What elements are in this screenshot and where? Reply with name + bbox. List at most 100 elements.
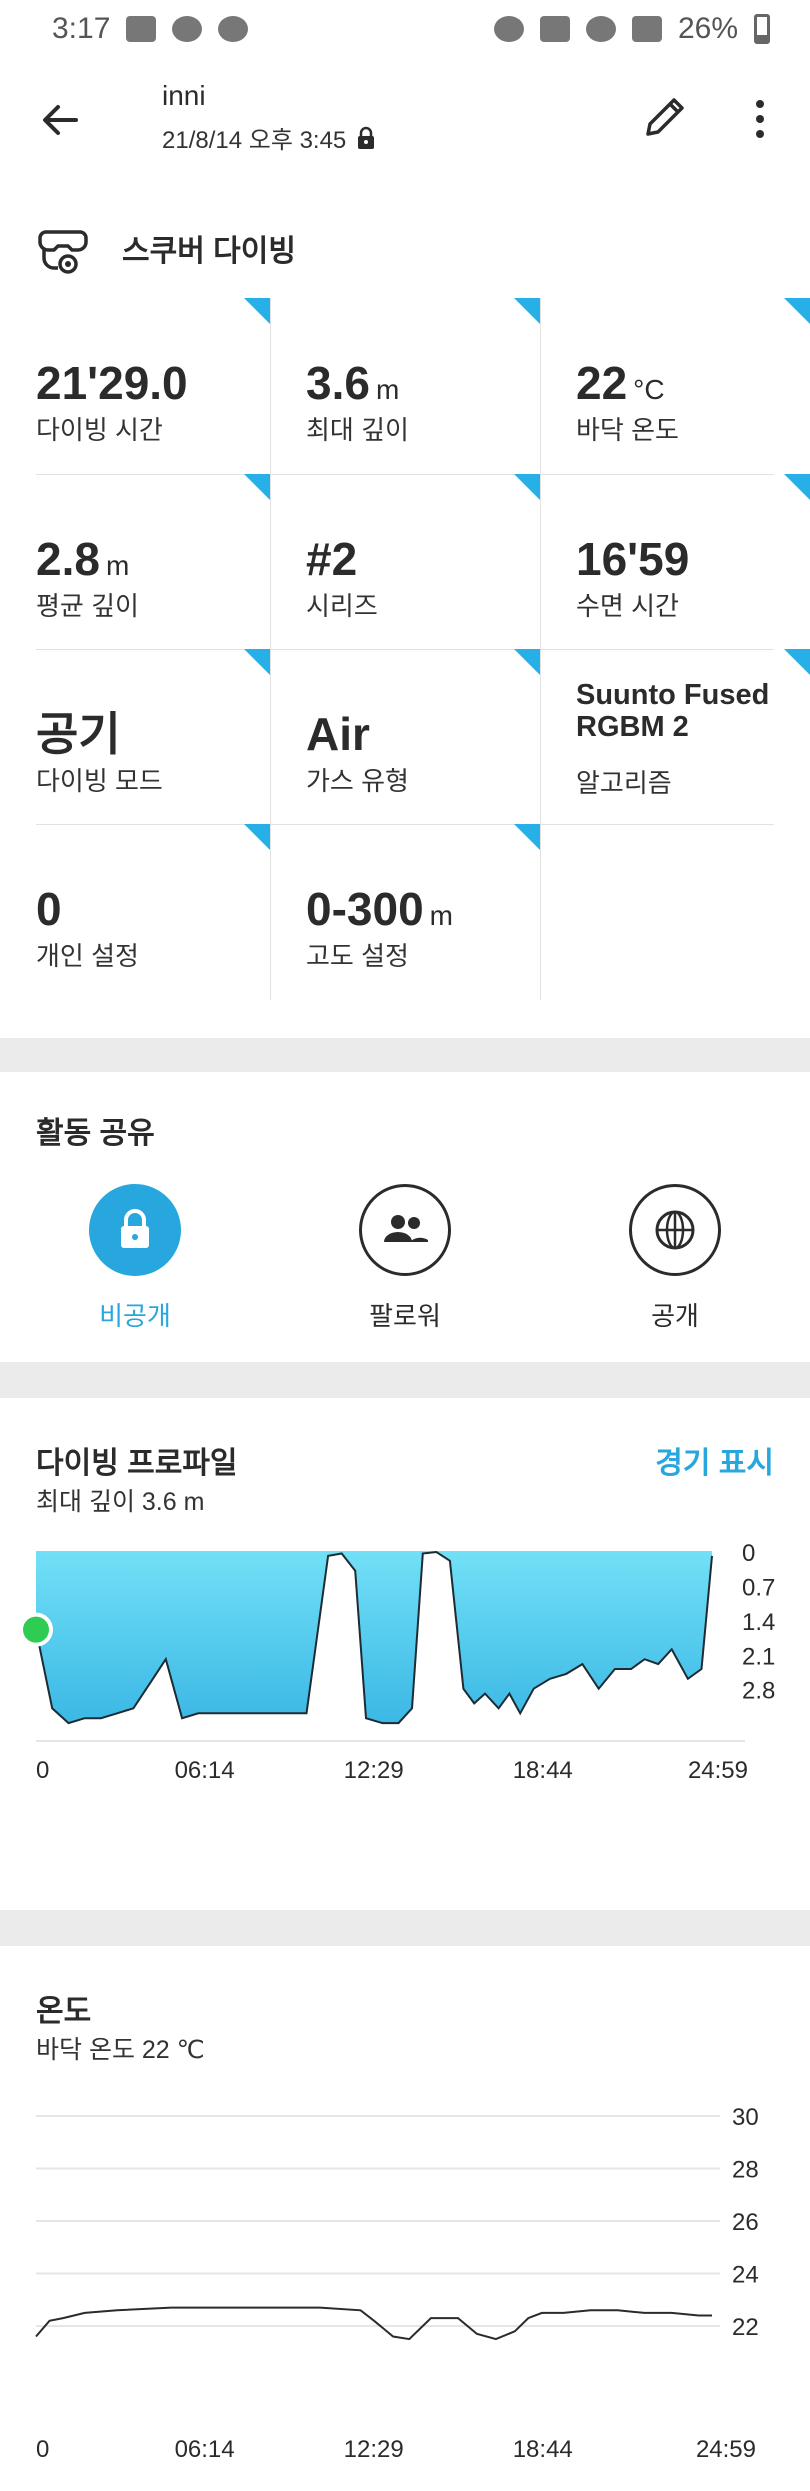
stat-label: 수면 시간: [576, 591, 679, 621]
stat-value: 0: [36, 883, 62, 935]
current-position-marker[interactable]: [19, 1612, 53, 1647]
status-right: 26%: [493, 12, 770, 46]
share-public-button[interactable]: [629, 1184, 721, 1276]
mute-icon: [539, 16, 570, 42]
stat-label: 개인 설정: [36, 941, 139, 971]
y-tick-label: 26: [732, 2209, 759, 2236]
stat-cell-personal-setting[interactable]: 0 개인 설정: [36, 824, 270, 1000]
stat-cell-series[interactable]: #2 시리즈: [306, 474, 540, 650]
y-tick-label: 0: [742, 1540, 755, 1567]
depth-area: [36, 1551, 712, 1724]
stat-cell-bottom-temp[interactable]: 22 °C 바닥 온도: [576, 298, 810, 474]
x-tick-label: 12:29: [344, 1757, 404, 1784]
stat-label: 가스 유형: [306, 766, 409, 796]
dive-profile-chart[interactable]: 0 0.7 1.4 2.1 2.8 0 06:14 12:29 18:44 24:59: [0, 1398, 810, 1910]
battery-icon: [754, 14, 770, 44]
followers-icon: [384, 1215, 428, 1242]
stat-cell-surface-time[interactable]: 16'59 수면 시간: [576, 474, 810, 650]
globe-icon: [655, 1210, 695, 1250]
stat-cell-gas-type[interactable]: Air 가스 유형: [306, 649, 540, 825]
corner-marker: [244, 649, 270, 675]
y-tick-label: 28: [732, 2157, 759, 2184]
stat-cell-dive-time[interactable]: 21'29.0 다이빙 시간: [36, 298, 270, 474]
stat-cell-avg-depth[interactable]: 2.8 m 평균 깊이: [36, 474, 270, 650]
corner-marker: [244, 298, 270, 324]
stat-value: 공기: [36, 708, 121, 760]
corner-marker: [784, 298, 810, 324]
y-tick-label: 30: [732, 2104, 759, 2131]
corner-marker: [514, 474, 540, 500]
x-tick-label: 06:14: [175, 2436, 235, 2463]
share-option-label: 공개: [651, 1301, 699, 1331]
y-tick-label: 2.1: [742, 1643, 775, 1670]
status-left: 3:17: [52, 12, 249, 46]
x-tick-label: 18:44: [513, 2436, 573, 2463]
share-option-followers[interactable]: 팔로워: [305, 1184, 505, 1333]
stat-value: #2: [306, 533, 358, 585]
status-bar: 3:17 26%: [0, 0, 810, 58]
y-tick-label: 2.8: [742, 1678, 775, 1705]
stat-value: 3.6 m: [306, 357, 400, 409]
corner-marker: [514, 824, 540, 850]
app-bar: inni 21/8/14 오후 3:45: [0, 58, 810, 180]
edit-pencil-icon[interactable]: [640, 90, 692, 142]
x-tick-label: 24:59: [696, 2436, 756, 2463]
share-private-button[interactable]: [89, 1184, 181, 1276]
battery-percent: 26%: [677, 12, 738, 45]
stat-value: 21'29.0: [36, 357, 188, 409]
activity-datetime: 21/8/14 오후 3:45: [162, 127, 347, 154]
x-tick-label: 06:14: [175, 1757, 235, 1784]
x-tick-label: 0: [36, 1757, 49, 1784]
stat-label: 시리즈: [306, 591, 378, 621]
page-title: inni: [162, 80, 206, 111]
back-arrow-icon[interactable]: [36, 96, 84, 144]
stat-cell-altitude-setting[interactable]: 0-300 m 고도 설정: [306, 824, 540, 1000]
corner-marker: [244, 824, 270, 850]
stat-cell-algorithm[interactable]: Suunto Fused RGBM 2 알고리즘: [576, 649, 810, 825]
share-option-private[interactable]: 비공개: [35, 1184, 235, 1333]
x-tick-label: 18:44: [513, 1757, 573, 1784]
stat-value: 2.8 m: [36, 533, 130, 585]
dive-profile-card: 다이빙 프로파일 최대 깊이 3.6 m 경기 표시 0 0.7 1.4 2.1 2.8…: [0, 1398, 810, 1910]
corner-marker: [514, 649, 540, 675]
share-option-label: 팔로워: [369, 1301, 441, 1331]
corner-marker: [784, 474, 810, 500]
stat-cell-max-depth[interactable]: 3.6 m 최대 깊이: [306, 298, 540, 474]
wifi-icon: [585, 16, 616, 42]
temperature-line: [35, 2306, 712, 2341]
x-tick-label: 12:29: [344, 2436, 404, 2463]
more-options-icon[interactable]: [740, 94, 780, 144]
sport-name: 스쿠버 다이빙: [122, 235, 296, 268]
share-followers-button[interactable]: [359, 1184, 451, 1276]
corner-marker: [784, 649, 810, 675]
stat-label: 다이빙 모드: [36, 766, 163, 796]
y-tick-label: 22: [732, 2314, 759, 2341]
stat-label: 다이빙 시간: [36, 415, 163, 445]
x-tick-label: 24:59: [688, 1757, 748, 1784]
signal-icon: [631, 16, 662, 42]
temperature-card: 온도 바닥 온도 22 ℃ 30 28 26 24 22 0 06:14 12:29 18:44…: [0, 1946, 810, 2491]
x-tick-label: 0: [36, 2436, 49, 2463]
alarm-icon: [493, 16, 524, 42]
y-tick-label: 1.4: [742, 1609, 775, 1636]
stat-cell-dive-mode[interactable]: 공기 다이빙 모드: [36, 649, 270, 825]
stat-label: 고도 설정: [306, 941, 409, 971]
corner-marker: [514, 298, 540, 324]
stat-label: 알고리즘: [576, 768, 672, 798]
gallery-notification-icon: [126, 16, 157, 42]
stat-label: 바닥 온도: [576, 415, 679, 445]
share-card: 활동 공유 비공개 팔로워 공개: [0, 1072, 810, 1362]
stat-value: Suunto Fused RGBM 2: [576, 679, 770, 743]
sport-row: 스쿠버 다이빙: [36, 220, 296, 276]
share-option-label: 비공개: [99, 1301, 171, 1331]
stat-value: 0-300 m: [306, 883, 453, 935]
lock-icon: [358, 126, 375, 149]
temperature-chart[interactable]: 30 28 26 24 22 0 06:14 12:29 18:44 24:59: [0, 1946, 810, 2491]
share-option-public[interactable]: 공개: [575, 1184, 775, 1333]
scuba-mask-icon: [38, 230, 88, 274]
y-tick-label: 0.7: [742, 1574, 775, 1601]
stat-value: Air: [306, 708, 370, 760]
summary-card: 스쿠버 다이빙 21'29.0 다이빙 시간 3.6 m 최대 깊이 22 °C 바…: [0, 180, 810, 1038]
status-time: 3:17: [52, 12, 111, 45]
stat-value: 22 °C: [576, 357, 665, 409]
